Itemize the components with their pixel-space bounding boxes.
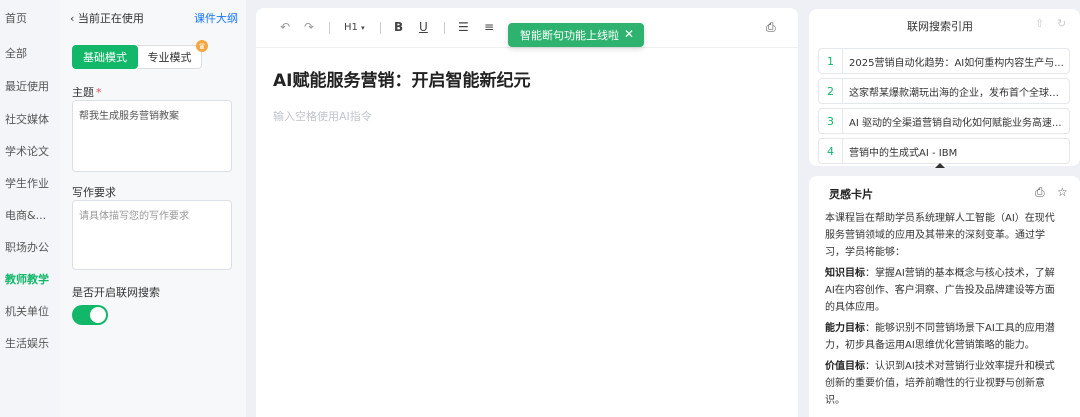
document-title[interactable]: AI赋能服务营销：开启智能新纪元 [273,66,530,91]
card-title: 灵感卡片 [829,188,873,201]
reference-item[interactable]: 4 营销中的生成式AI - IBM [818,138,1070,164]
toolbar-divider [329,22,330,34]
topic-label: 主题 * [72,84,102,100]
goal-ability: 能力目标：能够识别不同营销场景下AI工具的应用潜力，初步具备运用AI思维优化营销… [825,320,1063,354]
heading-label: H1 [344,22,358,33]
left-nav: 首页 全部 最近使用 社交媒体 学术论文 学生作业 电商&... 职场办公 教师… [0,0,60,417]
nav-item-student-homework[interactable]: 学生作业 [5,175,49,191]
bullet-list-icon[interactable]: ≡ [484,20,494,34]
web-search-references-panel: 联网搜索引用 ⇧ ↻ 1 2025营销自动化趋势：AI如何重构内容生产与... … [809,9,1080,166]
reference-text: AI 驱动的全渠道营销自动化如何赋能业务高速... [849,118,1062,129]
print-icon[interactable]: ⎙ [766,20,776,35]
heading-dropdown[interactable]: H1 ▾ [344,22,365,33]
nav-item-academic[interactable]: 学术论文 [5,143,49,159]
form-panel: ‹ 当前正在使用 课件大纲 基础模式 专业模式 ♛ 主题 * 帮我生成服务营销教案… [60,0,246,417]
undo-icon[interactable]: ↶ [280,20,290,34]
card-intro: 本课程旨在帮助学员系统理解人工智能（AI）在现代服务营销领域的应用及其带来的深刻… [825,213,1055,258]
nav-item-government[interactable]: 机关单位 [5,303,49,319]
reference-number: 4 [819,139,843,163]
nav-item-home[interactable]: 首页 [5,10,27,26]
pro-mode-tab[interactable]: 专业模式 [138,45,202,69]
requirements-input[interactable]: 请具体描写您的写作要求 [72,200,232,270]
nav-item-all[interactable]: 全部 [5,45,27,61]
back-label: 当前正在使用 [77,12,144,25]
reference-item[interactable]: 3 AI 驱动的全渠道营销自动化如何赋能业务高速... [818,108,1070,134]
nav-item-workplace[interactable]: 职场办公 [5,239,49,255]
close-icon[interactable]: ✕ [624,27,634,41]
ordered-list-icon[interactable]: ☰ [458,20,469,34]
goal-label: 能力目标 [825,323,865,334]
toolbar-divider [380,22,381,34]
reference-text: 营销中的生成式AI - IBM [849,148,958,159]
star-icon[interactable]: ☆ [1057,185,1068,199]
goal-knowledge: 知识目标：掌握AI营销的基本概念与核心技术，了解AI在内容创作、客户洞察、广告投… [825,265,1063,316]
card-header: 灵感卡片 ⎙ ☆ [809,176,1080,210]
reference-number: 1 [819,49,843,73]
required-mark: * [96,86,102,99]
references-title: 联网搜索引用 [907,20,973,33]
reference-item[interactable]: 1 2025营销自动化趋势：AI如何重构内容生产与... [818,48,1070,74]
print-icon[interactable]: ⎙ [1035,185,1045,200]
notification-toast: 智能断句功能上线啦 ✕ [508,23,644,47]
nav-item-recent[interactable]: 最近使用 [5,78,49,94]
inspiration-card: 灵感卡片 ⎙ ☆ 本课程旨在帮助学员系统理解人工智能（AI）在现代服务营销领域的… [809,176,1080,417]
crown-icon: ♛ [196,40,208,52]
editor-placeholder[interactable]: 输入空格使用AI指令 [273,108,372,124]
chevron-down-icon: ▾ [361,24,365,32]
nav-item-lifestyle[interactable]: 生活娱乐 [5,335,49,351]
toolbar-divider [444,22,445,34]
nav-item-social-media[interactable]: 社交媒体 [5,111,49,127]
toast-message: 智能断句功能上线啦 [520,29,619,42]
editor-panel: ↶ ↷ H1 ▾ B U ☰ ≡ ⎙ AI赋能服务营销：开启智能新纪元 输入空格… [256,8,798,417]
upload-icon[interactable]: ⇧ [1035,17,1044,30]
toggle-knob [90,307,106,323]
web-search-toggle[interactable] [72,305,108,325]
collapse-caret-icon[interactable] [935,163,945,168]
reference-item[interactable]: 2 这家帮某爆款潮玩出海的企业，发布首个全球营... [818,78,1070,104]
nav-item-teacher[interactable]: 教师教学 [5,271,49,287]
web-search-label: 是否开启联网搜索 [72,286,160,299]
chevron-left-icon: ‹ [70,12,75,25]
underline-button[interactable]: U [419,20,428,34]
goal-value: 价值目标：认识到AI技术对营销行业效率提升和模式创新的重要价值，培养前瞻性的行业… [825,358,1063,409]
reference-number: 2 [819,79,843,103]
back-button[interactable]: ‹ 当前正在使用 [70,10,144,26]
outline-link[interactable]: 课件大纲 [194,10,238,26]
card-content: 本课程旨在帮助学员系统理解人工智能（AI）在现代服务营销领域的应用及其带来的深刻… [825,210,1063,413]
mode-switch: 基础模式 专业模式 [72,45,202,69]
reference-text: 这家帮某爆款潮玩出海的企业，发布首个全球营... [849,88,1065,99]
refresh-icon[interactable]: ↻ [1057,17,1066,30]
reference-text: 2025营销自动化趋势：AI如何重构内容生产与... [849,58,1064,69]
topic-input[interactable]: 帮我生成服务营销教案 [72,100,232,172]
basic-mode-tab[interactable]: 基础模式 [72,45,138,69]
redo-icon[interactable]: ↷ [304,20,314,34]
nav-item-ecommerce[interactable]: 电商&... [5,207,46,223]
bold-button[interactable]: B [394,20,403,34]
reference-number: 3 [819,109,843,133]
goal-label: 知识目标 [825,268,865,279]
requirements-label: 写作要求 [72,186,116,199]
goal-label: 价值目标 [825,361,865,372]
topic-label-text: 主题 [72,86,94,99]
